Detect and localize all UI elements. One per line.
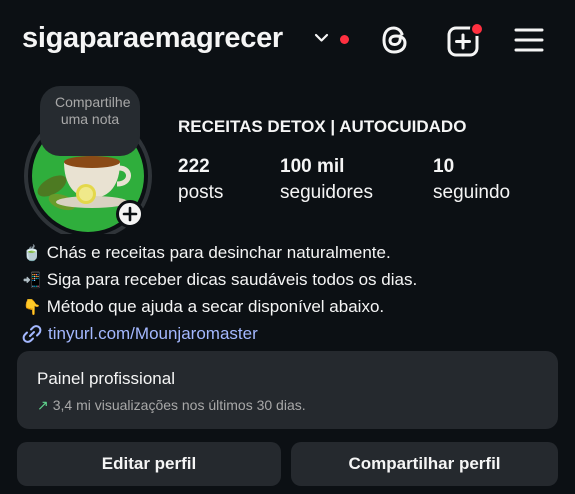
tea-icon: 🍵 bbox=[22, 245, 42, 262]
username-switcher[interactable]: sigaparaemagrecer bbox=[22, 22, 283, 55]
note-bubble[interactable]: Compartilhe uma nota bbox=[40, 86, 140, 156]
bio-line: 🍵 Chás e receitas para desinchar natural… bbox=[22, 240, 562, 267]
dashboard-subtitle-text: 3,4 mi visualizações nos últimos 30 dias… bbox=[52, 397, 306, 413]
bio-link-text: tinyurl.com/Mounjaromaster bbox=[48, 324, 258, 343]
bio-line-text: Método que ajuda a secar disponível abai… bbox=[46, 297, 385, 316]
posts-label: posts bbox=[178, 182, 224, 203]
bio-line-text: Chás e receitas para desinchar naturalme… bbox=[46, 243, 391, 262]
bio-link[interactable]: tinyurl.com/Mounjaromaster bbox=[22, 321, 562, 347]
posts-stat[interactable]: 222 posts bbox=[178, 154, 223, 206]
threads-icon[interactable] bbox=[380, 24, 410, 56]
new-post-notification-dot bbox=[470, 22, 484, 36]
trending-up-icon: ↗ bbox=[37, 397, 49, 413]
posts-count: 222 bbox=[178, 156, 210, 177]
profile-name: RECEITAS DETOX | AUTOCUIDADO bbox=[178, 117, 467, 136]
professional-dashboard[interactable]: Painel profissional ↗ 3,4 mi visualizaçõe… bbox=[17, 351, 558, 429]
dashboard-subtitle: ↗ 3,4 mi visualizações nos últimos 30 dia… bbox=[37, 397, 306, 414]
bio: 🍵 Chás e receitas para desinchar natural… bbox=[22, 240, 562, 347]
account-notification-dot bbox=[340, 35, 349, 44]
plus-icon bbox=[122, 206, 138, 222]
edit-profile-button[interactable]: Editar perfil bbox=[17, 442, 281, 486]
note-label: Compartilhe uma nota bbox=[55, 94, 131, 127]
following-stat[interactable]: 10 seguindo bbox=[433, 154, 510, 206]
pointing-down-icon: 👇 bbox=[22, 299, 42, 316]
following-label: seguindo bbox=[433, 182, 511, 203]
bio-line-text: Siga para receber dicas saudáveis todos … bbox=[46, 270, 418, 289]
dashboard-title: Painel profissional bbox=[37, 369, 175, 388]
chevron-down-icon[interactable] bbox=[314, 33, 329, 43]
phone-icon: 📲 bbox=[22, 272, 42, 289]
following-count: 10 bbox=[433, 156, 455, 177]
hamburger-menu-icon[interactable] bbox=[514, 27, 544, 53]
followers-count: 100 mil bbox=[280, 156, 345, 177]
add-story-button[interactable] bbox=[116, 200, 144, 228]
bio-line: 👇 Método que ajuda a secar disponível ab… bbox=[22, 294, 562, 321]
bio-line: 📲 Siga para receber dicas saudáveis todo… bbox=[22, 267, 562, 294]
link-icon bbox=[22, 325, 42, 343]
followers-label: seguidores bbox=[280, 182, 373, 203]
followers-stat[interactable]: 100 mil seguidores bbox=[280, 154, 373, 206]
share-profile-button[interactable]: Compartilhar perfil bbox=[291, 442, 558, 486]
top-bar: sigaparaemagrecer bbox=[0, 0, 575, 80]
